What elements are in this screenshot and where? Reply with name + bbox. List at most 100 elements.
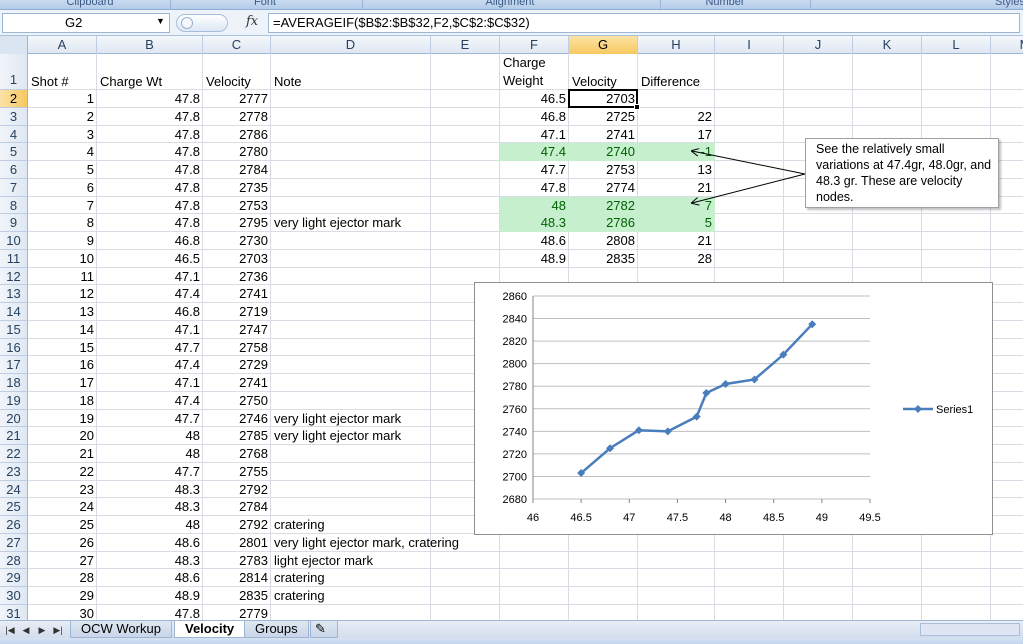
summary-weight[interactable]: 46.8 xyxy=(500,108,569,126)
charge-weight[interactable]: 47.8 xyxy=(97,214,203,232)
shot-number[interactable]: 5 xyxy=(28,161,97,179)
charge-weight[interactable]: 46.8 xyxy=(97,303,203,321)
header-shot[interactable]: Shot # xyxy=(28,54,97,90)
summary-velocity[interactable]: 2786 xyxy=(569,214,638,232)
shot-number[interactable]: 13 xyxy=(28,303,97,321)
charge-weight[interactable]: 47.8 xyxy=(97,126,203,144)
row-header-13[interactable]: 13 xyxy=(0,285,28,303)
summary-weight[interactable]: 47.7 xyxy=(500,161,569,179)
velocity[interactable]: 2814 xyxy=(203,569,271,587)
velocity[interactable]: 2779 xyxy=(203,605,271,620)
shot-number[interactable]: 12 xyxy=(28,285,97,303)
velocity[interactable]: 2703 xyxy=(203,250,271,268)
charge-weight[interactable]: 47.1 xyxy=(97,268,203,286)
header-velocity[interactable]: Velocity xyxy=(203,54,271,90)
shot-number[interactable]: 20 xyxy=(28,427,97,445)
fill-handle[interactable] xyxy=(634,103,640,110)
column-header-h[interactable]: H xyxy=(638,36,715,54)
row-header-18[interactable]: 18 xyxy=(0,374,28,392)
summary-difference[interactable]: 22 xyxy=(638,108,715,126)
shot-number[interactable]: 14 xyxy=(28,321,97,339)
shot-number[interactable]: 11 xyxy=(28,268,97,286)
shot-number[interactable]: 7 xyxy=(28,197,97,215)
charge-weight[interactable]: 48.3 xyxy=(97,498,203,516)
charge-weight[interactable]: 47.8 xyxy=(97,605,203,620)
shot-number[interactable]: 16 xyxy=(28,356,97,374)
row-header-15[interactable]: 15 xyxy=(0,320,28,339)
chevron-down-icon[interactable]: ▼ xyxy=(156,16,165,26)
row-header-11[interactable]: 11 xyxy=(0,249,28,268)
row-header-8[interactable]: 8 xyxy=(0,196,28,215)
shot-number[interactable]: 29 xyxy=(28,587,97,605)
charge-weight[interactable]: 47.8 xyxy=(97,179,203,197)
shot-number[interactable]: 22 xyxy=(28,463,97,481)
charge-weight[interactable]: 47.8 xyxy=(97,108,203,126)
column-header-d[interactable]: D xyxy=(271,36,431,54)
shot-number[interactable]: 18 xyxy=(28,392,97,410)
row-header-21[interactable]: 21 xyxy=(0,427,28,445)
velocity[interactable]: 2777 xyxy=(203,90,271,108)
row-header-6[interactable]: 6 xyxy=(0,161,28,179)
velocity[interactable]: 2747 xyxy=(203,321,271,339)
summary-velocity[interactable]: 2741 xyxy=(569,126,638,144)
horizontal-scrollbar[interactable] xyxy=(920,623,1020,636)
row-header-10[interactable]: 10 xyxy=(0,232,28,250)
summary-weight[interactable]: 46.5 xyxy=(500,90,569,108)
charge-weight[interactable]: 47.8 xyxy=(97,143,203,161)
ribbon-group-styles[interactable]: Styles xyxy=(980,0,1023,8)
charge-weight[interactable]: 48.9 xyxy=(97,587,203,605)
charge-weight[interactable]: 48.6 xyxy=(97,569,203,587)
note[interactable]: very light ejector mark, cratering xyxy=(271,534,511,552)
shot-number[interactable]: 4 xyxy=(28,143,97,161)
shot-number[interactable]: 26 xyxy=(28,534,97,552)
header-note[interactable]: Note xyxy=(271,54,431,90)
velocity[interactable]: 2801 xyxy=(203,534,271,552)
velocity[interactable]: 2753 xyxy=(203,197,271,215)
row-header-23[interactable]: 23 xyxy=(0,462,28,481)
row-header-19[interactable]: 19 xyxy=(0,391,28,410)
callout-note[interactable]: See the relatively small variations at 4… xyxy=(805,138,999,208)
prev-sheet-icon[interactable]: ◀ xyxy=(20,623,32,637)
velocity[interactable]: 2729 xyxy=(203,356,271,374)
velocity[interactable]: 2730 xyxy=(203,232,271,250)
velocity[interactable]: 2783 xyxy=(203,552,271,570)
summary-velocity[interactable]: 2808 xyxy=(569,232,638,250)
charge-weight[interactable]: 47.4 xyxy=(97,356,203,374)
summary-velocity[interactable]: 2753 xyxy=(569,161,638,179)
note[interactable]: very light ejector mark xyxy=(271,214,511,232)
row-header-22[interactable]: 22 xyxy=(0,445,28,463)
charge-weight[interactable]: 48.3 xyxy=(97,552,203,570)
velocity[interactable]: 2784 xyxy=(203,498,271,516)
charge-weight[interactable]: 47.7 xyxy=(97,463,203,481)
column-header-k[interactable]: K xyxy=(853,36,922,54)
shot-number[interactable]: 6 xyxy=(28,179,97,197)
column-header-i[interactable]: I xyxy=(715,36,784,54)
note[interactable]: light ejector mark xyxy=(271,552,511,570)
row-header-25[interactable]: 25 xyxy=(0,498,28,516)
velocity[interactable]: 2768 xyxy=(203,445,271,463)
column-header-f[interactable]: F xyxy=(500,36,569,54)
charge-weight[interactable]: 47.8 xyxy=(97,90,203,108)
charge-weight[interactable]: 47.4 xyxy=(97,285,203,303)
column-header-m[interactable]: M xyxy=(991,36,1023,54)
row-header-3[interactable]: 3 xyxy=(0,107,28,126)
first-sheet-icon[interactable]: |◀ xyxy=(4,623,16,637)
velocity[interactable]: 2835 xyxy=(203,587,271,605)
row-header-29[interactable]: 29 xyxy=(0,569,28,587)
velocity[interactable]: 2719 xyxy=(203,303,271,321)
column-header-g[interactable]: G xyxy=(569,36,638,54)
column-header-l[interactable]: L xyxy=(922,36,991,54)
row-header-28[interactable]: 28 xyxy=(0,551,28,570)
column-header-a[interactable]: A xyxy=(28,36,97,54)
ribbon-group-font[interactable]: Font xyxy=(190,0,340,8)
summary-velocity[interactable]: 2835 xyxy=(569,250,638,268)
velocity[interactable]: 2792 xyxy=(203,481,271,499)
charge-weight[interactable]: 47.7 xyxy=(97,410,203,428)
column-header-b[interactable]: B xyxy=(97,36,203,54)
charge-weight[interactable]: 47.1 xyxy=(97,321,203,339)
velocity[interactable]: 2746 xyxy=(203,410,271,428)
header-difference[interactable]: Difference xyxy=(638,54,715,90)
tab-ocw-workup[interactable]: OCW Workup xyxy=(70,621,172,638)
row-header-30[interactable]: 30 xyxy=(0,587,28,605)
summary-weight[interactable]: 47.8 xyxy=(500,179,569,197)
